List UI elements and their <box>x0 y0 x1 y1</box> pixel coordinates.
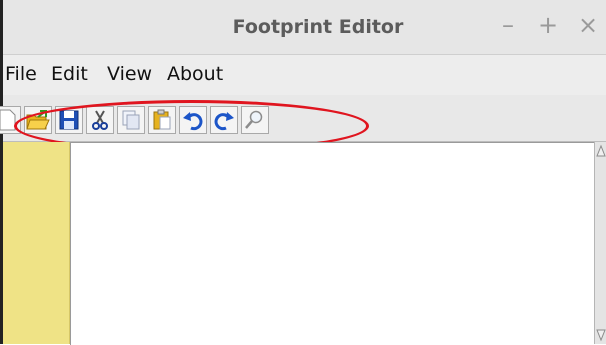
vertical-scrollbar[interactable] <box>594 142 606 344</box>
save-button[interactable] <box>55 106 83 134</box>
find-button[interactable] <box>241 106 269 134</box>
new-file-icon <box>0 109 16 131</box>
save-icon <box>59 110 79 130</box>
maximize-button[interactable]: + <box>536 11 560 39</box>
line-gutter <box>3 142 70 344</box>
new-button[interactable] <box>0 106 21 134</box>
toolbar <box>0 95 606 142</box>
scissors-icon <box>92 110 108 130</box>
copy-button[interactable] <box>117 106 145 134</box>
menu-bar: File Edit View About <box>3 55 606 95</box>
menu-edit[interactable]: Edit <box>51 63 88 85</box>
copy-icon <box>122 110 140 130</box>
cut-button[interactable] <box>86 106 114 134</box>
redo-button[interactable] <box>210 106 238 134</box>
minimize-button[interactable]: – <box>496 11 520 39</box>
menu-view[interactable]: View <box>107 63 152 85</box>
open-button[interactable] <box>24 106 52 134</box>
paste-button[interactable] <box>148 106 176 134</box>
open-folder-icon <box>26 110 50 130</box>
window-title: Footprint Editor <box>232 16 404 38</box>
editor-text-area[interactable] <box>70 142 595 345</box>
paste-icon <box>153 109 171 130</box>
redo-icon <box>214 112 234 131</box>
title-bar: Footprint Editor – + × <box>3 0 606 55</box>
menu-about[interactable]: About <box>167 63 223 85</box>
scroll-down-icon[interactable] <box>596 328 606 342</box>
magnifier-icon <box>245 110 263 129</box>
close-button[interactable]: × <box>576 11 600 39</box>
undo-button[interactable] <box>179 106 207 134</box>
scroll-up-icon[interactable] <box>596 144 606 158</box>
menu-file[interactable]: File <box>5 63 37 85</box>
undo-icon <box>183 112 203 131</box>
